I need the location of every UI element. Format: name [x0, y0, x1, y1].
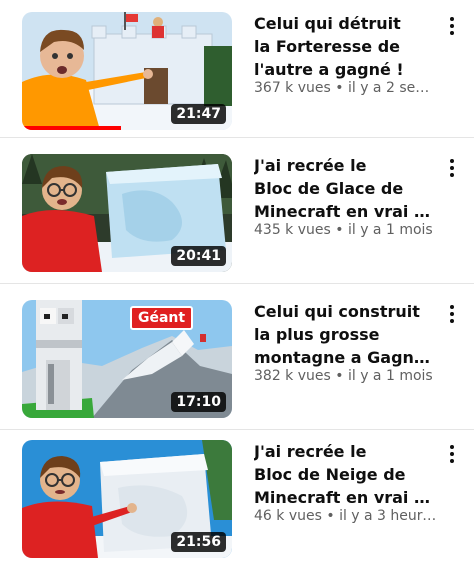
video-title-line: montagne a Gagné... [254, 348, 434, 367]
video-title-line: Bloc de Neige de [254, 465, 406, 484]
video-title-line: la Forteresse de [254, 37, 401, 56]
video-title-line: Minecraft en vrai ! ... [254, 202, 434, 221]
meta-separator: • [326, 508, 335, 524]
video-thumbnail[interactable]: 21:56 [22, 440, 232, 558]
more-vertical-icon[interactable] [440, 302, 464, 326]
video-item[interactable]: 20:41 J'ai recrée le Bloc de Glace de Mi… [0, 154, 474, 286]
video-title[interactable]: J'ai recrée le Bloc de Neige de Minecraf… [254, 440, 434, 509]
divider [0, 137, 474, 138]
upload-age: il y a 3 heures [339, 508, 438, 524]
video-item[interactable]: Géant 17:10 Celui qui construit la plus … [0, 300, 474, 432]
meta-separator: • [335, 222, 344, 238]
video-duration: 17:10 [171, 392, 226, 412]
divider [0, 283, 474, 284]
more-vertical-icon[interactable] [440, 156, 464, 180]
video-title-line: J'ai recrée le [254, 156, 367, 175]
video-meta: 46 k vues • il y a 3 heures [254, 507, 438, 525]
video-meta: 367 k vues • il y a 2 semaines [254, 79, 438, 97]
video-item[interactable]: 21:47 Celui qui détruit la Forteresse de… [0, 12, 474, 144]
more-vertical-icon[interactable] [440, 14, 464, 38]
video-title-line: Minecraft en vrai ! ... [254, 488, 434, 507]
video-title-line: l'autre a gagné ! [254, 60, 404, 79]
video-duration: 21:56 [171, 532, 226, 552]
video-meta: 435 k vues • il y a 1 mois [254, 221, 438, 239]
view-count: 46 k vues [254, 508, 322, 524]
view-count: 367 k vues [254, 80, 331, 96]
video-title-line: Celui qui détruit [254, 14, 401, 33]
watch-progress-bar [22, 126, 121, 130]
video-title-line: la plus grosse [254, 325, 380, 344]
view-count: 435 k vues [254, 222, 331, 238]
meta-separator: • [335, 368, 344, 384]
video-thumbnail[interactable]: Géant 17:10 [22, 300, 232, 418]
video-thumbnail[interactable]: 20:41 [22, 154, 232, 272]
video-duration: 21:47 [171, 104, 226, 124]
video-list: 21:47 Celui qui détruit la Forteresse de… [0, 0, 474, 565]
upload-age: il y a 1 mois [347, 222, 433, 238]
meta-separator: • [335, 80, 344, 96]
video-title[interactable]: Celui qui détruit la Forteresse de l'aut… [254, 12, 434, 81]
video-duration: 20:41 [171, 246, 226, 266]
video-item[interactable]: 21:56 J'ai recrée le Bloc de Neige de Mi… [0, 440, 474, 572]
view-count: 382 k vues [254, 368, 331, 384]
upload-age: il y a 1 mois [347, 368, 433, 384]
video-title-line: J'ai recrée le [254, 442, 367, 461]
video-title-line: Bloc de Glace de [254, 179, 404, 198]
video-meta: 382 k vues • il y a 1 mois [254, 367, 438, 385]
video-title[interactable]: Celui qui construit la plus grosse monta… [254, 300, 434, 369]
video-title-line: Celui qui construit [254, 302, 420, 321]
more-vertical-icon[interactable] [440, 442, 464, 466]
video-thumbnail[interactable]: 21:47 [22, 12, 232, 130]
upload-age: il y a 2 semaines [347, 80, 438, 96]
thumbnail-badge: Géant [130, 306, 194, 330]
video-title[interactable]: J'ai recrée le Bloc de Glace de Minecraf… [254, 154, 434, 223]
divider [0, 429, 474, 430]
